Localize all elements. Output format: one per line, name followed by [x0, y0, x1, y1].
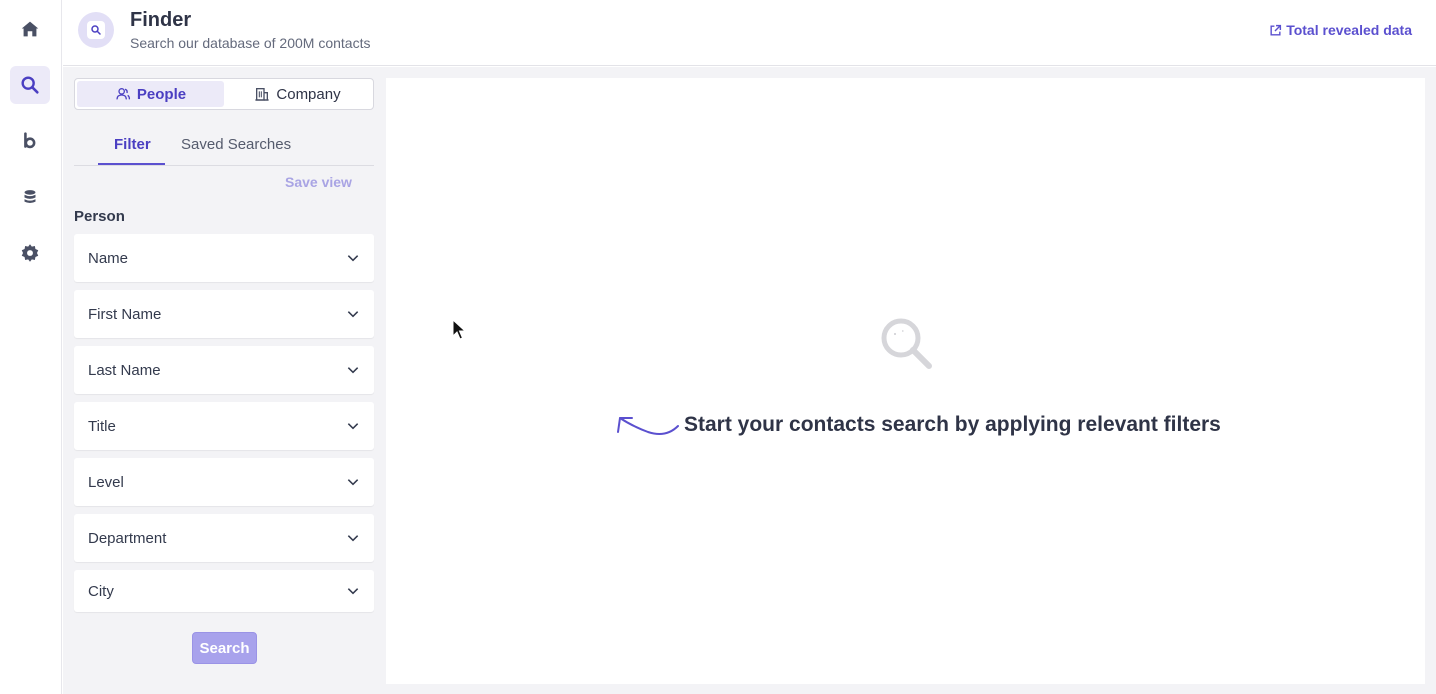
chevron-down-icon [347, 367, 359, 374]
page-title: Finder [130, 9, 192, 31]
chevron-down-icon [347, 479, 359, 486]
filter-tabs: Filter Saved Searches [74, 128, 374, 166]
empty-state-message: Start your contacts search by applying r… [684, 413, 1221, 436]
filter-first-name-label: First Name [88, 305, 162, 323]
database-icon [24, 190, 36, 203]
filter-department-label: Department [88, 529, 167, 547]
page-header: Finder Search our database of 200M conta… [63, 0, 1436, 66]
curved-arrow-icon [617, 417, 679, 435]
filter-name-label: Name [88, 249, 129, 267]
filter-title[interactable]: Title [74, 402, 374, 450]
tab-saved-searches[interactable]: Saved Searches [181, 136, 291, 153]
search-icon [21, 76, 39, 94]
brand-b-icon [24, 132, 36, 149]
chevron-down-icon [347, 423, 359, 430]
total-revealed-data-link[interactable]: Total revealed data [1269, 22, 1412, 38]
results-panel: Start your contacts search by applying r… [386, 78, 1425, 684]
empty-state: Start your contacts search by applying r… [616, 412, 1221, 438]
filter-city[interactable]: City [74, 570, 374, 612]
filter-department[interactable]: Department [74, 514, 374, 562]
segment-company-label: Company [276, 85, 341, 103]
search-icon [91, 25, 101, 35]
people-icon [116, 88, 130, 100]
segment-company[interactable]: Company [224, 81, 371, 107]
save-view-button[interactable]: Save view [285, 174, 352, 190]
sidebar-item-home[interactable] [10, 10, 50, 48]
total-revealed-data-label: Total revealed data [1286, 22, 1412, 38]
page-subtitle: Search our database of 200M contacts [130, 35, 371, 51]
chevron-down-icon [347, 311, 359, 318]
sidebar-item-settings[interactable] [10, 234, 50, 272]
person-section-label: Person [74, 208, 125, 225]
entity-type-toggle: People Company [74, 78, 374, 110]
search-button[interactable]: Search [192, 632, 257, 664]
mouse-cursor-icon [452, 319, 466, 340]
chevron-down-icon [347, 535, 359, 542]
filter-title-label: Title [88, 417, 116, 435]
filter-level[interactable]: Level [74, 458, 374, 506]
sidebar-rail [0, 0, 62, 694]
sidebar-item-database[interactable] [10, 178, 50, 216]
chevron-down-icon [347, 255, 359, 262]
filter-level-label: Level [88, 473, 124, 491]
filter-last-name-label: Last Name [88, 361, 161, 379]
tab-filter[interactable]: Filter [114, 136, 151, 153]
magnifier-icon [881, 318, 932, 369]
home-icon [21, 21, 39, 37]
chevron-down-icon [347, 588, 359, 595]
filter-last-name[interactable]: Last Name [74, 346, 374, 394]
active-tab-indicator [98, 163, 165, 165]
segment-people-label: People [136, 85, 187, 103]
filter-first-name[interactable]: First Name [74, 290, 374, 338]
filter-city-label: City [88, 582, 114, 600]
gear-icon [21, 244, 39, 262]
building-icon [255, 88, 270, 101]
external-link-icon [1270, 24, 1282, 36]
filter-name[interactable]: Name [74, 234, 374, 282]
finder-badge [78, 12, 114, 48]
segment-people[interactable]: People [77, 81, 224, 107]
sidebar-item-search[interactable] [10, 66, 50, 104]
sidebar-item-brand[interactable] [10, 122, 50, 160]
